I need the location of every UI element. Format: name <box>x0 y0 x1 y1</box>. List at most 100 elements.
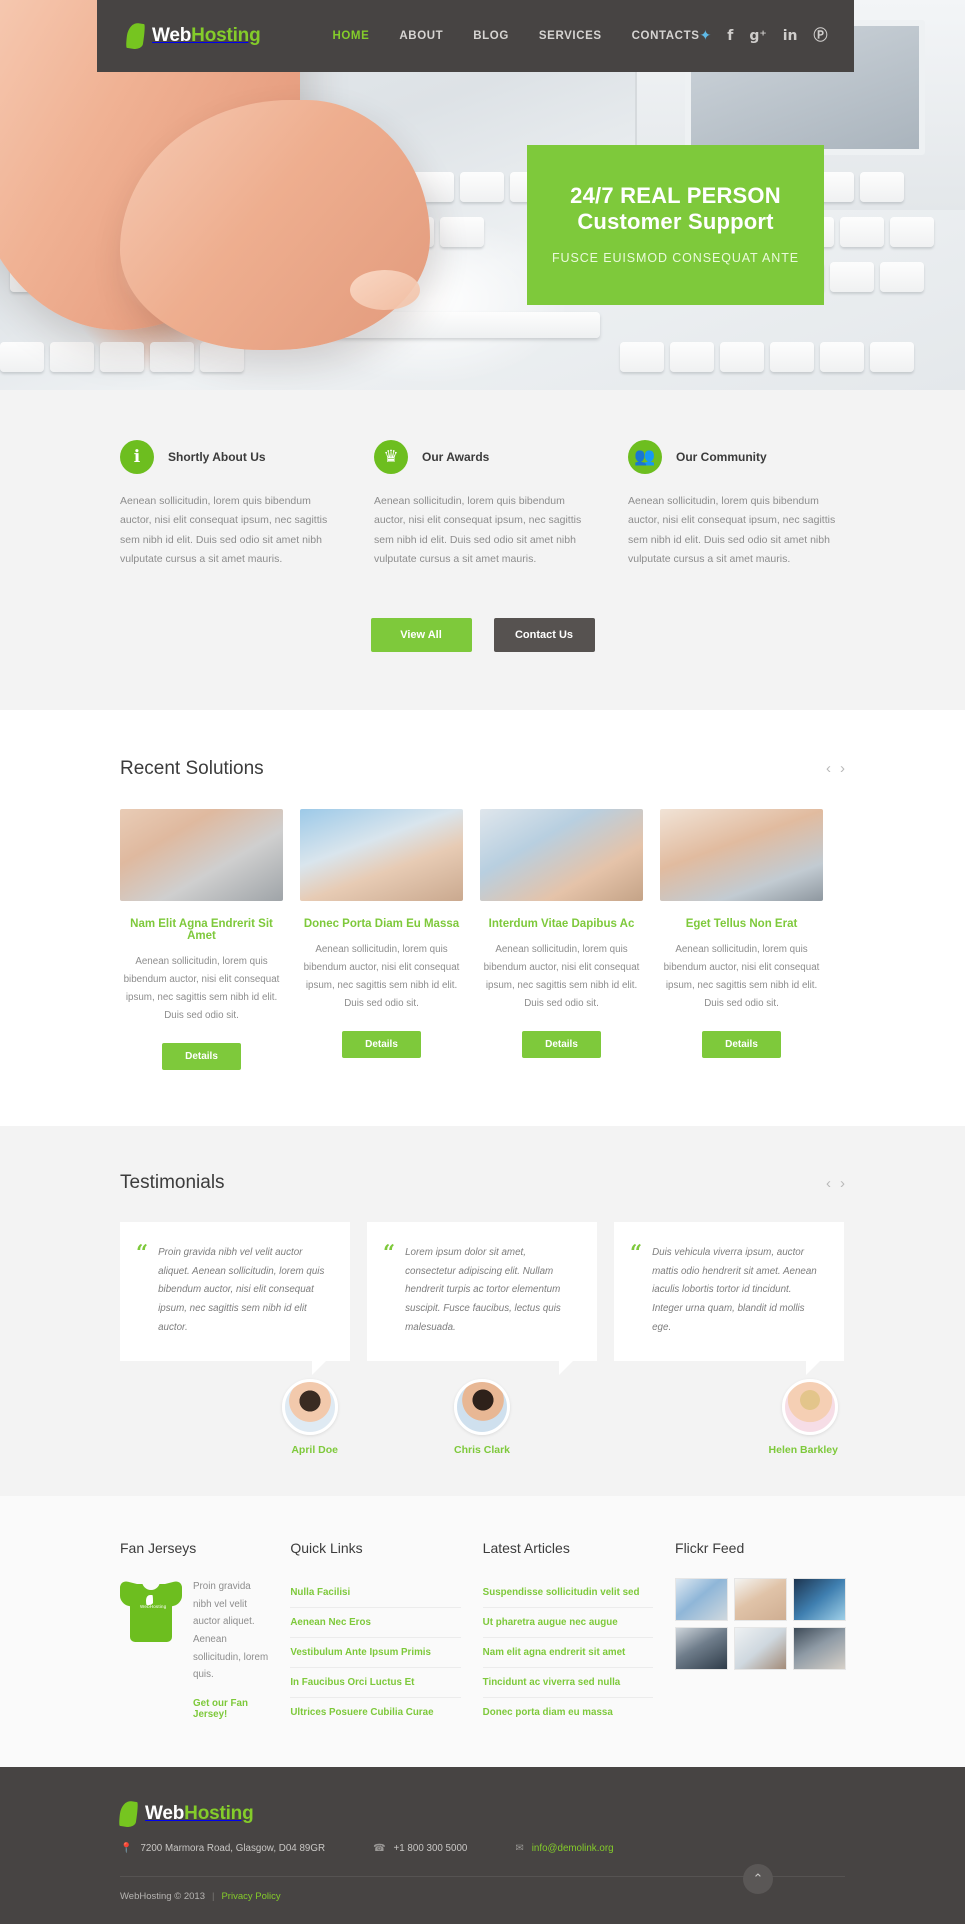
prev-arrow-icon[interactable]: ‹ <box>826 1175 831 1192</box>
widget-title: Flickr Feed <box>675 1540 745 1557</box>
logo-text-first: Web <box>152 25 192 46</box>
article-link[interactable]: Ut pharetra augue nec augue <box>483 1608 653 1637</box>
solution-details-button[interactable]: Details <box>522 1031 601 1059</box>
testimonial-author[interactable]: April Doe <box>291 1444 338 1456</box>
google-plus-icon[interactable]: g⁺ <box>749 29 766 43</box>
footer-logo[interactable]: WebHosting <box>118 1800 845 1829</box>
testimonials-carousel-controls: ‹ › <box>826 1175 845 1192</box>
site-logo[interactable]: WebHosting <box>97 21 261 51</box>
footer-logo-second: Hosting <box>184 1803 254 1825</box>
pinterest-icon[interactable]: Ⓟ <box>814 29 828 43</box>
feature-awards: ♛ Our Awards Aenean sollicitudin, lorem … <box>374 440 591 570</box>
flickr-thumbnail[interactable] <box>734 1627 788 1671</box>
solution-text: Aenean sollicitudin, lorem quis bibendum… <box>303 943 460 1010</box>
list-item: Tincidunt ac viverra sed nulla <box>482 1668 654 1699</box>
testimonial-text: Lorem ipsum dolor sit amet, consectetur … <box>405 1247 561 1333</box>
nav-item-about[interactable]: ABOUT <box>399 30 443 42</box>
twitter-icon[interactable]: ✦ <box>700 29 712 43</box>
hero-title-line2: Customer Support <box>577 208 774 234</box>
feature-title: Shortly About Us <box>168 450 266 464</box>
solution-thumbnail[interactable] <box>300 808 463 901</box>
testimonial-item: “ Duis vehicula viverra ipsum, auctor ma… <box>614 1222 844 1456</box>
facebook-icon[interactable]: f <box>727 29 733 43</box>
solution-title[interactable]: Interdum Vitae Dapibus Ac <box>480 918 643 930</box>
testimonial-bubble: “ Lorem ipsum dolor sit amet, consectetu… <box>367 1222 597 1376</box>
footer-logo-first: Web <box>145 1803 185 1825</box>
quick-link[interactable]: Ultrices Posuere Cubilia Curae <box>290 1698 460 1727</box>
quick-link[interactable]: Vestibulum Ante Ipsum Primis <box>290 1638 460 1667</box>
testimonial-bubble: “ Duis vehicula viverra ipsum, auctor ma… <box>614 1222 844 1376</box>
fan-jersey-link[interactable]: Get our Fan Jersey! <box>193 1698 268 1720</box>
site-header: WebHosting HOME ABOUT BLOG SERVICES CONT… <box>97 0 854 72</box>
article-link[interactable]: Tincidunt ac viverra sed nulla <box>483 1668 653 1697</box>
testimonials-grid: “ Proin gravida nibh vel velit auctor al… <box>120 1222 845 1456</box>
linkedin-icon[interactable]: in <box>783 29 798 43</box>
article-link[interactable]: Nam elit agna endrerit sit amet <box>483 1638 653 1667</box>
quick-link[interactable]: Aenean Nec Eros <box>290 1608 460 1637</box>
recent-solutions-section: Recent Solutions ‹ › Nam Elit Agna Endre… <box>0 709 965 1127</box>
section-title: Recent Solutions <box>120 757 264 779</box>
testimonial-bubble: “ Proin gravida nibh vel velit auctor al… <box>120 1222 350 1376</box>
solution-details-button[interactable]: Details <box>162 1043 241 1071</box>
feature-about: ℹ Shortly About Us Aenean sollicitudin, … <box>120 440 337 570</box>
solution-title[interactable]: Eget Tellus Non Erat <box>660 918 823 930</box>
list-item: Suspendisse sollicitudin velit sed <box>482 1578 654 1609</box>
solution-thumbnail[interactable] <box>120 808 283 901</box>
phone-text: +1 800 300 5000 <box>393 1843 468 1855</box>
feature-buttons: View All Contact Us <box>120 617 845 652</box>
solution-details-button[interactable]: Details <box>342 1031 421 1059</box>
envelope-icon: ✉ <box>515 1843 524 1855</box>
footer-phone: ☎ +1 800 300 5000 <box>373 1843 467 1854</box>
flickr-thumbnail[interactable] <box>793 1578 847 1622</box>
widget-quick-links: Quick Links Nulla Facilisi Aenean Nec Er… <box>290 1540 461 1727</box>
nav-item-blog[interactable]: BLOG <box>473 30 509 42</box>
view-all-button[interactable]: View All <box>370 617 472 652</box>
feature-community: 👥 Our Community Aenean sollicitudin, lor… <box>628 440 845 570</box>
nav-item-services[interactable]: SERVICES <box>539 30 602 42</box>
back-to-top-button[interactable]: ⌃ <box>743 1864 773 1895</box>
location-pin-icon: 📍 <box>120 1843 133 1855</box>
flickr-thumbnail[interactable] <box>675 1627 729 1671</box>
feature-title: Our Community <box>676 450 767 464</box>
nav-item-home[interactable]: HOME <box>332 30 369 42</box>
solution-title[interactable]: Donec Porta Diam Eu Massa <box>300 918 463 930</box>
testimonial-author[interactable]: Helen Barkley <box>769 1444 838 1456</box>
contact-us-button[interactable]: Contact Us <box>493 617 595 652</box>
solution-details-button[interactable]: Details <box>702 1031 781 1059</box>
avatar <box>282 1379 338 1436</box>
next-arrow-icon[interactable]: › <box>840 1175 845 1192</box>
solution-card: Eget Tellus Non Erat Aenean sollicitudin… <box>660 808 823 1070</box>
flickr-thumbnail[interactable] <box>734 1578 788 1622</box>
list-item: Aenean Nec Eros <box>290 1608 461 1639</box>
privacy-policy-link[interactable]: Privacy Policy <box>221 1891 280 1902</box>
footer-widgets-section: Fan Jerseys WebHosting Proin gravida nib… <box>0 1496 965 1768</box>
testimonial-author[interactable]: Chris Clark <box>454 1444 510 1456</box>
quick-link[interactable]: In Faucibus Orci Luctus Et <box>290 1668 460 1697</box>
quote-icon: “ <box>136 1240 149 1266</box>
next-arrow-icon[interactable]: › <box>840 760 845 777</box>
solution-text: Aenean sollicitudin, lorem quis bibendum… <box>483 943 640 1010</box>
list-item: Donec porta diam eu massa <box>483 1698 653 1727</box>
widget-title: Latest Articles <box>482 1540 570 1557</box>
logo-text-second: Hosting <box>191 25 261 46</box>
testimonials-section: Testimonials ‹ › “ Proin gravida nibh ve… <box>0 1126 965 1497</box>
hero-title-line1: 24/7 REAL PERSON <box>570 183 781 208</box>
social-links: ✦ f g⁺ in Ⓟ <box>700 29 858 43</box>
hero-banner: WebHosting HOME ABOUT BLOG SERVICES CONT… <box>0 0 965 390</box>
flickr-thumbnail[interactable] <box>793 1627 847 1671</box>
solution-thumbnail[interactable] <box>660 808 823 901</box>
article-link[interactable]: Donec porta diam eu massa <box>483 1698 653 1727</box>
solution-thumbnail[interactable] <box>480 808 643 901</box>
prev-arrow-icon[interactable]: ‹ <box>826 760 831 777</box>
solution-card: Nam Elit Agna Endrerit Sit Amet Aenean s… <box>120 808 283 1071</box>
nav-item-contacts[interactable]: CONTACTS <box>632 30 700 42</box>
solution-title[interactable]: Nam Elit Agna Endrerit Sit Amet <box>120 918 283 942</box>
list-item: Vestibulum Ante Ipsum Primis <box>290 1638 461 1669</box>
email-link[interactable]: info@demolink.org <box>532 1843 614 1854</box>
quick-link[interactable]: Nulla Facilisi <box>290 1578 460 1607</box>
site-footer: WebHosting 📍 7200 Marmora Road, Glasgow,… <box>0 1767 965 1924</box>
copyright-text: WebHosting © 2013 <box>120 1891 205 1903</box>
widget-flickr-feed: Flickr Feed <box>675 1540 847 1727</box>
article-link[interactable]: Suspendisse sollicitudin velit sed <box>483 1578 653 1607</box>
flickr-thumbnail[interactable] <box>675 1578 729 1622</box>
